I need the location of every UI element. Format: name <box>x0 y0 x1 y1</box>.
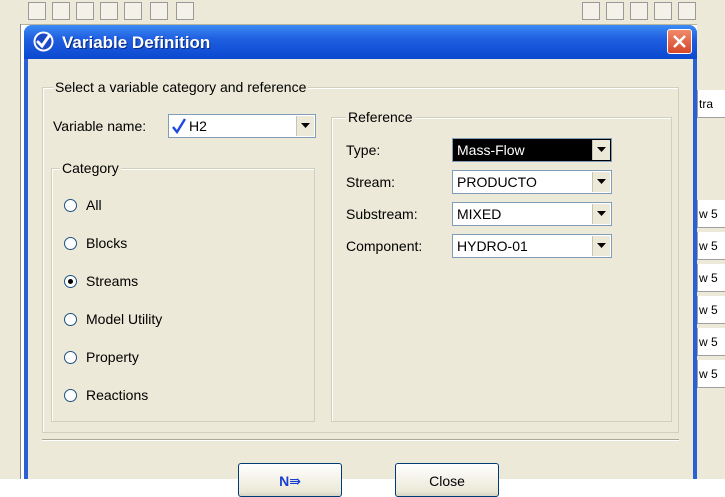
toolbar-button[interactable] <box>654 2 672 20</box>
category-option-label: Model Utility <box>86 311 163 327</box>
substream-value: MIXED <box>457 206 502 222</box>
dialog-body: Select a variable category and reference… <box>28 59 693 497</box>
toolbar-button[interactable] <box>630 2 648 20</box>
grid-cell[interactable]: w 5 <box>697 296 725 324</box>
grid-cell[interactable]: w 5 <box>697 232 725 260</box>
grid-cell[interactable]: w 5 <box>697 264 725 292</box>
category-group: Category All Blocks Streams Model Utilit… <box>51 160 315 422</box>
stream-value: PRODUCTO <box>457 174 537 190</box>
category-option-label: Property <box>86 349 139 365</box>
select-variable-legend: Select a variable category and reference <box>53 79 309 95</box>
variable-name-value: H2 <box>189 118 207 134</box>
chevron-down-icon[interactable] <box>592 172 610 192</box>
toolbar-button[interactable] <box>150 2 168 20</box>
toolbar-button[interactable] <box>124 2 142 20</box>
component-value: HYDRO-01 <box>457 238 528 254</box>
next-label: N⇛ <box>279 473 301 489</box>
grid-cell[interactable]: w 5 <box>697 360 725 388</box>
close-icon <box>673 35 686 48</box>
radio-button[interactable] <box>64 237 77 250</box>
chevron-down-icon[interactable] <box>296 116 314 136</box>
toolbar-button[interactable] <box>582 2 600 20</box>
background-left-panel <box>0 24 21 479</box>
stream-label: Stream: <box>346 174 396 190</box>
toolbar-button[interactable] <box>678 2 696 20</box>
reference-group: Reference Type: Mass-Flow Stream: PRODUC… <box>331 109 672 422</box>
chevron-down-icon[interactable] <box>592 204 610 224</box>
background-grid: tra w 5 w 5 w 5 w 5 w 5 w 5 <box>697 24 725 479</box>
grid-cell[interactable]: w 5 <box>697 200 725 228</box>
type-combo[interactable]: Mass-Flow <box>452 138 612 162</box>
reference-legend: Reference <box>346 109 415 125</box>
checkmark-icon <box>172 118 186 134</box>
substream-label: Substream: <box>346 206 418 222</box>
variable-name-combo[interactable]: H2 <box>168 114 316 138</box>
close-window-button[interactable] <box>667 29 692 54</box>
toolbar-button[interactable] <box>52 2 70 20</box>
type-value: Mass-Flow <box>457 142 525 158</box>
category-option-label: Blocks <box>86 235 128 251</box>
close-label: Close <box>429 473 465 489</box>
radio-button[interactable] <box>64 351 77 364</box>
variable-name-label: Variable name: <box>53 118 147 134</box>
close-button[interactable]: Close <box>395 463 499 497</box>
toolbar-button[interactable] <box>28 2 46 20</box>
type-label: Type: <box>346 142 381 158</box>
radio-button[interactable] <box>64 313 77 326</box>
checkmark-icon <box>33 31 54 52</box>
category-option-label: Streams <box>86 273 139 289</box>
toolbar-button[interactable] <box>176 2 194 20</box>
toolbar-button[interactable] <box>76 2 94 20</box>
dialog-title: Variable Definition <box>62 33 211 52</box>
title-bar[interactable]: Variable Definition <box>24 25 697 59</box>
chevron-down-icon[interactable] <box>592 236 610 256</box>
component-combo[interactable]: HYDRO-01 <box>452 234 612 258</box>
chevron-down-icon[interactable] <box>592 140 610 160</box>
component-label: Component: <box>346 238 423 254</box>
grid-header-cell: tra <box>697 90 725 118</box>
category-legend: Category <box>60 160 121 176</box>
variable-definition-dialog: Variable Definition Select a variable ca… <box>24 25 697 497</box>
grid-cell[interactable]: w 5 <box>697 328 725 356</box>
radio-button[interactable] <box>64 199 77 212</box>
toolbar-button[interactable] <box>606 2 624 20</box>
stream-combo[interactable]: PRODUCTO <box>452 170 612 194</box>
radio-button[interactable] <box>64 389 77 402</box>
category-option-label: Reactions <box>86 387 149 403</box>
background-toolbar <box>0 0 725 25</box>
substream-combo[interactable]: MIXED <box>452 202 612 226</box>
footer-divider <box>42 439 679 441</box>
radio-button-selected[interactable] <box>64 275 77 288</box>
next-button[interactable]: N⇛ <box>238 463 342 497</box>
select-variable-group: Select a variable category and reference… <box>42 79 679 433</box>
toolbar-button[interactable] <box>100 2 118 20</box>
category-option-label: All <box>86 197 102 213</box>
